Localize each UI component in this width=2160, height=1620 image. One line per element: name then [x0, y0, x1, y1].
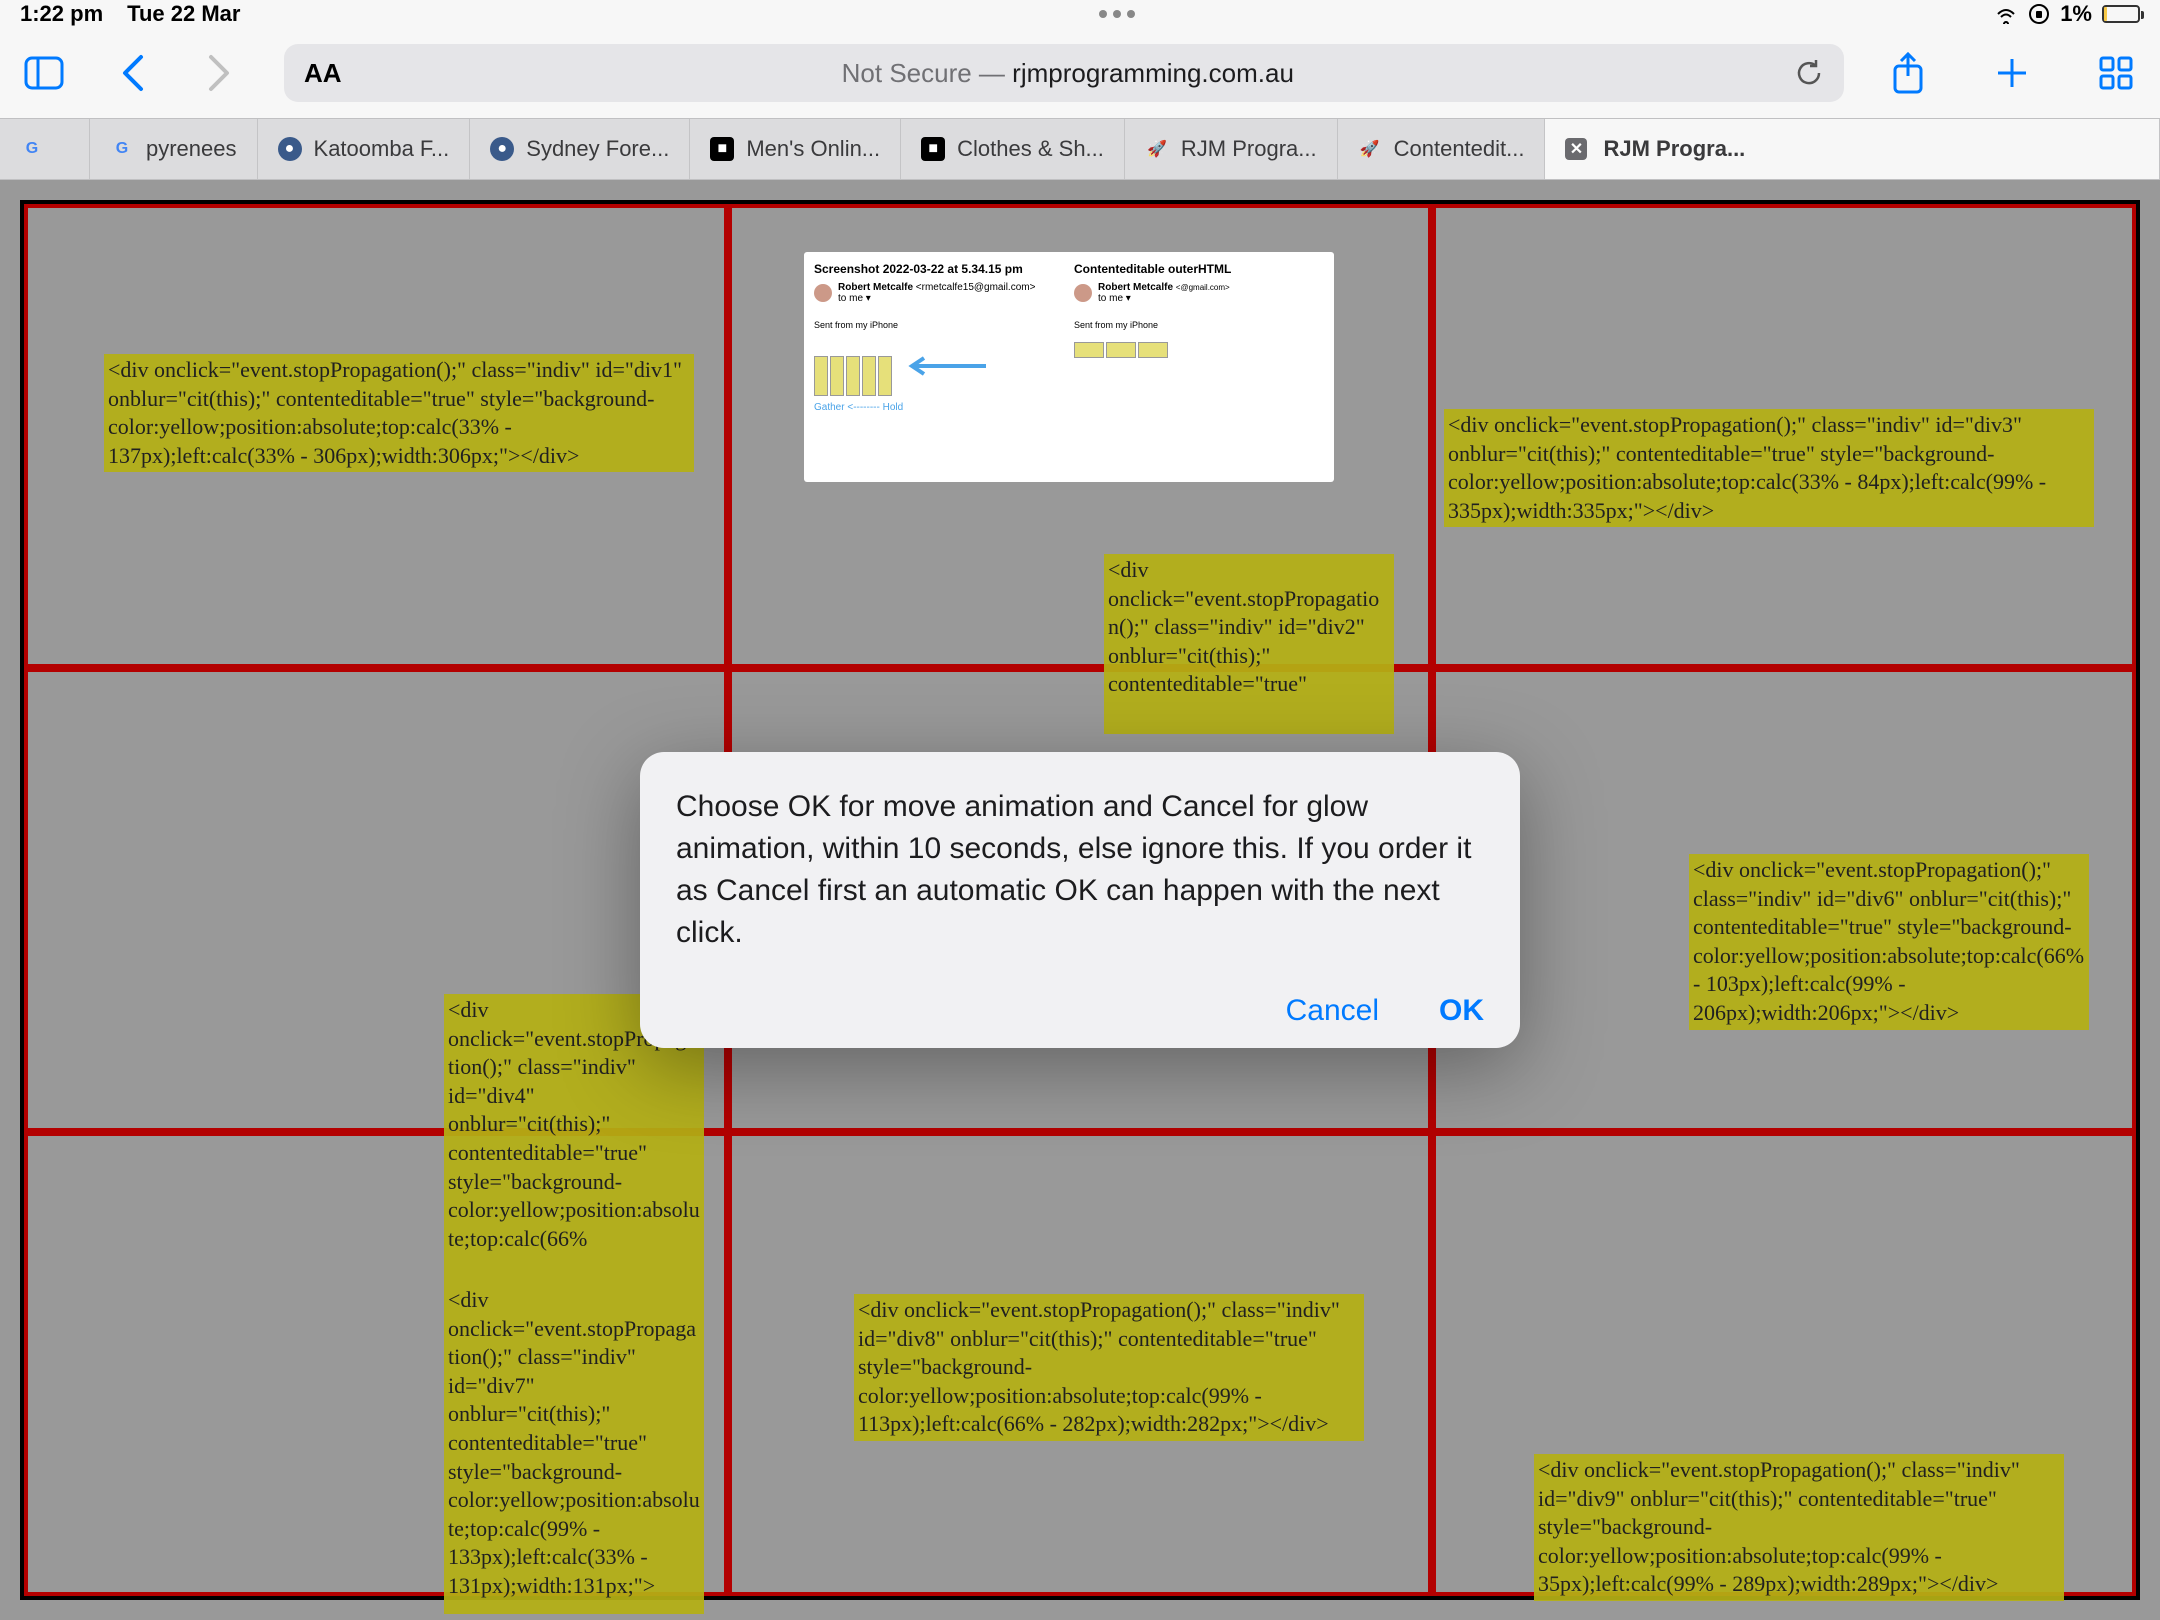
tab-6[interactable]: 🚀 RJM Progra... [1125, 119, 1338, 179]
weather-favicon: ● [490, 137, 514, 161]
editable-div8[interactable]: <div onclick="event.stopPropagation();" … [854, 1294, 1364, 1441]
tab-label: pyrenees [146, 136, 237, 162]
tab-label: Contentedit... [1394, 136, 1525, 162]
browser-toolbar: AA Not Secure — rjmprogramming.com.au [0, 28, 2160, 118]
tab-7[interactable]: 🚀 Contentedit... [1338, 119, 1546, 179]
editable-div9[interactable]: <div onclick="event.stopPropagation();" … [1534, 1454, 2064, 1601]
iconic-favicon: ■ [710, 137, 734, 161]
tab-1[interactable]: G pyrenees [90, 119, 258, 179]
status-time: 1:22 pm [20, 1, 103, 27]
wifi-icon [1994, 4, 2018, 24]
weather-favicon: ● [278, 137, 302, 161]
tab-3[interactable]: ● Sydney Fore... [470, 119, 690, 179]
refresh-button[interactable] [1794, 58, 1824, 88]
arrow-icon [906, 356, 986, 376]
new-tab-button[interactable] [1988, 49, 2036, 97]
editable-div3[interactable]: <div onclick="event.stopPropagation();" … [1444, 409, 2094, 527]
tab-4[interactable]: ■ Men's Onlin... [690, 119, 901, 179]
tab-label: Men's Onlin... [746, 136, 880, 162]
tab-8-active[interactable]: ✕ RJM Progra... [1545, 119, 2160, 179]
share-button[interactable] [1884, 49, 1932, 97]
close-tab-icon[interactable]: ✕ [1565, 138, 1587, 160]
rjm-favicon: 🚀 [1358, 137, 1382, 161]
avatar-icon [814, 284, 832, 302]
email-screenshot-preview: Screenshot 2022-03-22 at 5.34.15 pm Robe… [804, 252, 1334, 482]
tab-label: Katoomba F... [314, 136, 450, 162]
tab-label: RJM Progra... [1603, 136, 1745, 162]
dialog-message: Choose OK for move animation and Cancel … [676, 786, 1484, 954]
tab-5[interactable]: ■ Clothes & Sh... [901, 119, 1125, 179]
email-right-title: Contenteditable outerHTML [1074, 262, 1324, 276]
ok-button[interactable]: OK [1439, 994, 1484, 1028]
tabs-strip: G G pyrenees ● Katoomba F... ● Sydney Fo… [0, 118, 2160, 180]
cancel-button[interactable]: Cancel [1286, 994, 1379, 1028]
confirm-dialog: Choose OK for move animation and Cancel … [640, 752, 1520, 1048]
google-favicon: G [110, 137, 134, 161]
editable-div2[interactable]: <div onclick="event.stopPropagation();" … [1104, 554, 1394, 734]
status-date: Tue 22 Mar [127, 1, 240, 27]
forward-button[interactable] [196, 49, 244, 97]
rjm-favicon: 🚀 [1145, 137, 1169, 161]
text-size-button[interactable]: AA [304, 58, 342, 89]
status-bar: 1:22 pm Tue 22 Mar 1% [0, 0, 2160, 28]
avatar-icon [1074, 284, 1092, 302]
battery-icon [2102, 5, 2140, 23]
url-text: Not Secure — rjmprogramming.com.au [358, 58, 1778, 89]
google-favicon: G [20, 137, 44, 161]
battery-percent: 1% [2060, 1, 2092, 27]
editable-div7[interactable]: <div onclick="event.stopPropagation();" … [444, 1284, 704, 1614]
page-content: <div onclick="event.stopPropagation();" … [0, 180, 2160, 1620]
tab-label: RJM Progra... [1181, 136, 1317, 162]
iconic-favicon: ■ [921, 137, 945, 161]
tab-2[interactable]: ● Katoomba F... [258, 119, 471, 179]
orientation-lock-icon [2028, 3, 2050, 25]
multitasking-dots[interactable] [1099, 10, 1135, 18]
tab-label: Clothes & Sh... [957, 136, 1104, 162]
tab-label: Sydney Fore... [526, 136, 669, 162]
editable-div1[interactable]: <div onclick="event.stopPropagation();" … [104, 354, 694, 472]
tabs-overview-button[interactable] [2092, 49, 2140, 97]
sidebar-toggle-button[interactable] [20, 49, 68, 97]
tab-0[interactable]: G [0, 119, 90, 179]
editable-div6[interactable]: <div onclick="event.stopPropagation();" … [1689, 854, 2089, 1030]
back-button[interactable] [108, 49, 156, 97]
url-bar[interactable]: AA Not Secure — rjmprogramming.com.au [284, 44, 1844, 102]
email-left-title: Screenshot 2022-03-22 at 5.34.15 pm [814, 262, 1064, 276]
